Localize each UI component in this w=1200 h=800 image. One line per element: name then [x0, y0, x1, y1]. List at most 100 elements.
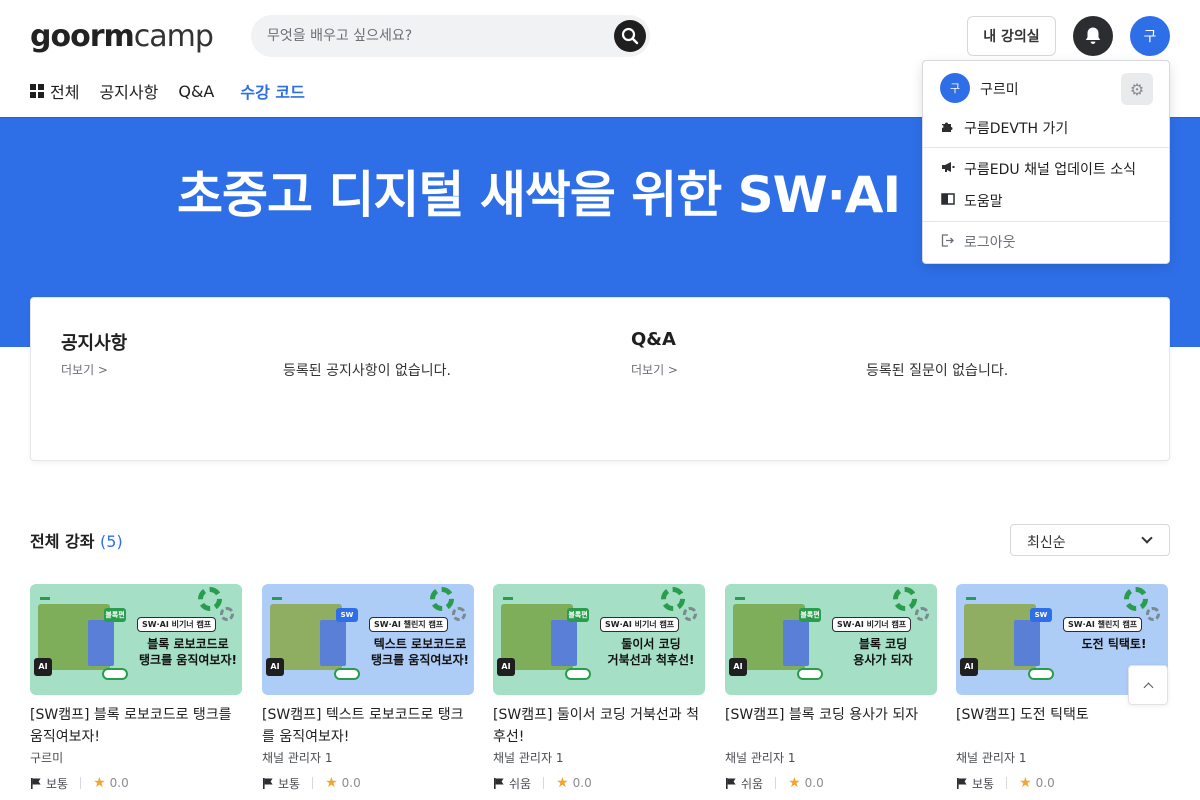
star-icon: ★ — [93, 775, 106, 791]
ai-badge: AI — [266, 658, 284, 676]
sprout-icon — [966, 588, 976, 600]
course-meta: 쉬움 ★ 0.0 — [725, 775, 937, 791]
ai-badge: AI — [34, 658, 52, 676]
gear-icon — [1124, 587, 1148, 611]
course-meta: 보통 ★ 0.0 — [30, 775, 242, 791]
notice-more-link[interactable]: 더보기 > — [61, 361, 108, 378]
battery-icon — [797, 668, 823, 680]
course-thumbnail[interactable]: AI 블록편 SW·AI 비기너 캠프 둘이서 코딩 거북선과 척후선! — [493, 584, 705, 695]
goormcamp-logo[interactable]: goormcamp — [30, 18, 214, 56]
camp-tag: SW·AI 비기너 캠프 — [137, 617, 217, 632]
flag-icon — [263, 778, 273, 789]
settings-button[interactable]: ⚙ — [1121, 73, 1153, 105]
course-level: 보통 — [46, 776, 69, 791]
qna-section: Q&A 더보기 > 등록된 질문이 없습니다. — [601, 298, 1171, 462]
course-kind-badge: 블록편 — [567, 608, 589, 622]
flag-icon — [494, 778, 504, 789]
course-meta: 쉬움 ★ 0.0 — [493, 775, 705, 791]
notice-empty-message: 등록된 공지사항이 없습니다. — [283, 363, 451, 379]
course-title[interactable]: [SW캠프] 블록 코딩 용사가 되자 — [725, 704, 937, 748]
nav-item-all[interactable]: 전체 — [30, 78, 79, 104]
course-author: 채널 관리자 1 — [493, 751, 564, 765]
course-thumbnail[interactable]: AI 블록편 SW·AI 비기너 캠프블록 로보코드로 탱크를 움직여보자! — [30, 584, 242, 695]
course-rating: 0.0 — [1035, 776, 1055, 790]
star-icon: ★ — [325, 775, 338, 791]
my-courses-button[interactable]: 내 강의실 — [967, 16, 1056, 56]
code-panel-image — [551, 620, 577, 666]
course-title[interactable]: [SW캠프] 둘이서 코딩 거북선과 척후선! — [493, 704, 705, 748]
menu-item-logout[interactable]: 로그아웃 — [940, 231, 1016, 253]
menu-user-row: 구 구르미 ⚙ — [940, 73, 1155, 105]
course-title[interactable]: [SW캠프] 텍스트 로보코드로 탱크를 움직여보자! — [262, 704, 474, 748]
search-input[interactable] — [267, 15, 607, 57]
sprout-icon — [735, 588, 745, 600]
user-dropdown-menu: 구 구르미 ⚙ 구름DEVTH 가기 구름EDU 채널 업데이트 소식 도움말 … — [922, 60, 1170, 264]
code-panel-image — [320, 620, 346, 666]
gear-icon — [661, 587, 685, 611]
menu-item-updates[interactable]: 구름EDU 채널 업데이트 소식 — [940, 158, 1136, 180]
sort-dropdown[interactable]: 최신순 — [1010, 524, 1170, 556]
megaphone-icon — [940, 161, 955, 177]
course-meta: 보통 ★ 0.0 — [262, 775, 474, 791]
menu-item-devth[interactable]: 구름DEVTH 가기 — [940, 117, 1068, 139]
star-icon: ★ — [556, 775, 569, 791]
course-meta: 보통 ★ 0.0 — [956, 775, 1168, 791]
menu-divider — [923, 221, 1169, 222]
course-card[interactable]: AI SW SW·AI 챌린지 캠프 텍스트 로보코드로 탱크를 움직여보자! [SW캠프… — [262, 584, 474, 791]
course-rating: 0.0 — [804, 776, 824, 790]
qna-more-link[interactable]: 더보기 > — [631, 361, 678, 378]
course-kind-badge: 블록편 — [104, 608, 126, 622]
avatar: 구 — [940, 73, 970, 103]
menu-item-help-label: 도움말 — [964, 194, 1003, 210]
thumbnail-headline: 블록 코딩 용사가 되자 — [853, 637, 913, 667]
course-card[interactable]: AI 블록편 SW·AI 비기너 캠프블록 로보코드로 탱크를 움직여보자! [SW캠프… — [30, 584, 242, 791]
course-thumbnail[interactable]: AI SW SW·AI 챌린지 캠프 텍스트 로보코드로 탱크를 움직여보자! — [262, 584, 474, 695]
gear-icon — [893, 587, 917, 611]
meta-divider — [775, 777, 777, 789]
menu-username: 구르미 — [980, 82, 1019, 98]
notice-section: 공지사항 더보기 > 등록된 공지사항이 없습니다. — [31, 298, 601, 462]
menu-item-help[interactable]: 도움말 — [940, 190, 1003, 212]
menu-item-devth-label: 구름DEVTH 가기 — [964, 121, 1069, 137]
nav-item-enroll-code[interactable]: 수강 코드 — [240, 78, 304, 104]
course-card[interactable]: AI 블록편 SW·AI 비기너 캠프 둘이서 코딩 거북선과 척후선! [SW캠프] 둘… — [493, 584, 705, 791]
ai-badge: AI — [729, 658, 747, 676]
meta-divider — [80, 777, 82, 789]
thumbnail-headline: 블록 로보코드로 탱크를 움직여보자! — [139, 637, 237, 667]
courses-heading-label: 전체 강좌 — [30, 532, 95, 551]
logo-text-camp: camp — [133, 19, 214, 54]
battery-icon — [334, 668, 360, 680]
main-nav: 전체 공지사항 Q&A 수강 코드 — [30, 78, 325, 104]
course-thumbnail[interactable]: AI 블록편 SW·AI 비기너 캠프 블록 코딩 용사가 되자 — [725, 584, 937, 695]
search-icon — [621, 27, 639, 45]
meta-divider — [1006, 777, 1008, 789]
ai-badge: AI — [497, 658, 515, 676]
camp-tag: SW·AI 챌린지 캠프 — [369, 617, 449, 632]
flag-icon — [31, 778, 41, 789]
course-author: 채널 관리자 1 — [956, 751, 1027, 765]
camp-tag: SW·AI 비기너 캠프 — [832, 617, 912, 632]
battery-icon — [1028, 668, 1054, 680]
scroll-to-top-button[interactable] — [1128, 665, 1168, 705]
gear-icon — [452, 607, 466, 621]
course-rating: 0.0 — [572, 776, 592, 790]
nav-item-qna[interactable]: Q&A — [178, 78, 214, 104]
menu-divider — [923, 147, 1169, 148]
sprout-icon — [503, 588, 513, 600]
user-avatar-button[interactable]: 구 — [1130, 16, 1170, 56]
notice-title: 공지사항 — [61, 333, 128, 354]
logout-icon — [940, 233, 955, 251]
qna-empty-message: 등록된 질문이 없습니다. — [866, 363, 1009, 379]
banner-title: 초중고 디지털 새싹을 위한 SW·AI — [177, 166, 901, 224]
notifications-button[interactable] — [1073, 16, 1113, 56]
gear-icon — [1146, 607, 1160, 621]
course-card[interactable]: AI 블록편 SW·AI 비기너 캠프 블록 코딩 용사가 되자 [SW캠프] 블록 코딩… — [725, 584, 937, 791]
course-title[interactable]: [SW캠프] 도전 틱택토 — [956, 704, 1168, 748]
course-author: 구르미 — [30, 751, 64, 765]
nav-item-notice[interactable]: 공지사항 — [99, 78, 158, 104]
course-title[interactable]: [SW캠프] 블록 로보코드로 탱크를 움직여보자! — [30, 704, 242, 748]
thumbnail-headline: 도전 틱택토! — [1081, 637, 1147, 651]
search-button[interactable] — [614, 20, 646, 52]
menu-item-updates-label: 구름EDU 채널 업데이트 소식 — [964, 162, 1137, 178]
course-level: 보통 — [972, 776, 995, 791]
